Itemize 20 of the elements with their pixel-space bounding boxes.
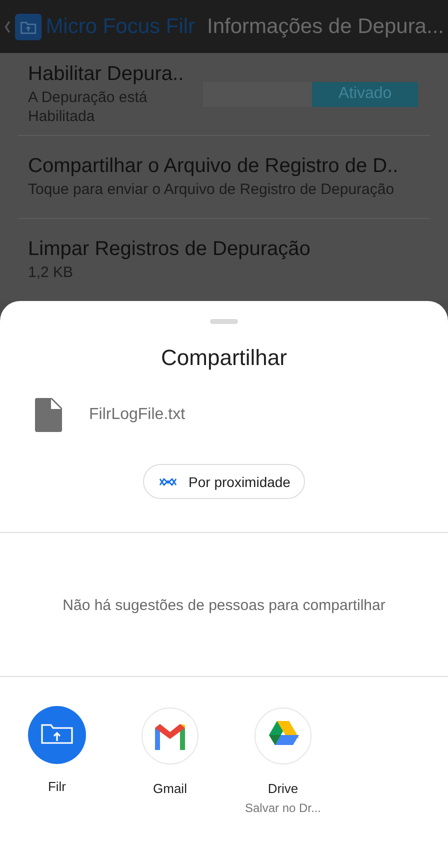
folder-upload-icon[interactable]	[28, 706, 86, 764]
sheet-title: Compartilhar	[160, 345, 288, 371]
empty-message: Não há sugestões de pessoas para compartilhar	[62, 596, 386, 616]
crossed-arrows-icon	[158, 476, 177, 486]
nearby-share-button[interactable]: Por proximidade	[142, 464, 306, 499]
app-name: Gmail	[153, 781, 187, 796]
setting-title: Habilitar Depura..	[28, 62, 185, 86]
folder-upload-icon	[15, 12, 42, 42]
app-name: Drive	[268, 781, 298, 796]
envelope-icon[interactable]	[140, 706, 200, 766]
setting-title: Limpar Registros de Depuração	[28, 238, 312, 261]
setting-title: Compartilhar o Arquivo de Registro de D..	[28, 155, 400, 178]
app-subtitle: Salvar no Dr...	[244, 801, 322, 815]
drag-handle[interactable]	[210, 319, 238, 324]
file-name: FilrLogFile.txt	[89, 406, 186, 424]
document-icon	[34, 398, 62, 432]
back-icon[interactable]	[4, 18, 12, 34]
app-name: Micro Focus Filr	[46, 14, 196, 38]
app-name: Filr	[48, 779, 66, 794]
screen-title: Informações de Depura...	[207, 14, 444, 38]
